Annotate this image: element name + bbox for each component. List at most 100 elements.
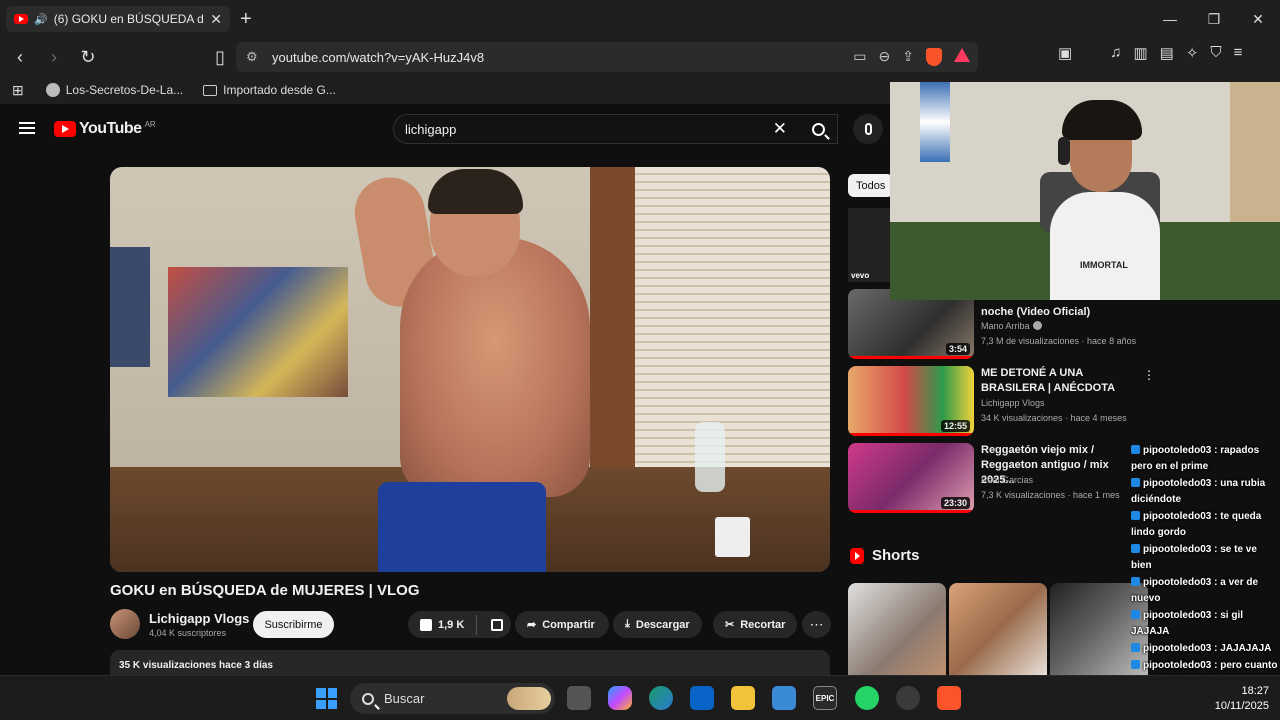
search-button[interactable]	[798, 114, 838, 144]
bookmark-icon[interactable]: ▯	[206, 43, 234, 71]
youtube-play-icon	[54, 121, 76, 137]
download-button[interactable]: ⤓ Descargar	[613, 611, 702, 638]
system-clock[interactable]: 18:27 10/11/2025	[1215, 684, 1269, 714]
channel-name[interactable]: Lichigapp Vlogs	[149, 611, 249, 626]
recommendation-item[interactable]: 12:55 ME DETONÉ A UNA BRASILERA | ANÉCDO…	[848, 366, 1155, 436]
brave-rewards-icon[interactable]	[954, 48, 970, 62]
recommendation-title: ME DETONÉ A UNA BRASILERA | ANÉCDOTA	[981, 367, 1116, 394]
reader-icon[interactable]: ▣	[1058, 44, 1072, 62]
recommendation-thumbnail: 12:55	[848, 366, 974, 436]
recommendation-meta: 7,3 K visualizaciones · hace 1 mes	[981, 490, 1120, 500]
leo-icon[interactable]: ✧	[1186, 44, 1199, 62]
youtube-favicon-icon	[14, 14, 28, 24]
restore-icon[interactable]: ❐	[1192, 0, 1236, 38]
video-stats: 35 K visualizaciones hace 3 días	[119, 660, 273, 671]
close-window-icon[interactable]: ✕	[1236, 0, 1280, 38]
hamburger-menu-icon[interactable]	[19, 122, 35, 134]
close-tab-icon[interactable]: ✕	[210, 11, 222, 28]
like-icon[interactable]	[420, 618, 432, 631]
voice-search-button[interactable]	[853, 114, 883, 144]
whatsapp-icon[interactable]	[855, 686, 879, 710]
scissors-icon: ✂	[725, 619, 735, 631]
reload-icon[interactable]: ↻	[74, 43, 102, 71]
channel-avatar[interactable]	[110, 609, 140, 639]
video-duration: 3:54	[945, 343, 970, 355]
clip-button[interactable]: ✂ Recortar	[713, 611, 797, 638]
store-icon[interactable]	[772, 686, 796, 710]
windows-start-icon[interactable]	[316, 688, 337, 709]
share-arrow-icon: ➦	[527, 619, 537, 631]
share-icon[interactable]: ⇪	[902, 48, 914, 66]
vevo-thumbnail[interactable]: vevo	[848, 208, 890, 282]
vpn-icon[interactable]: ⛉	[1210, 44, 1221, 62]
dislike-icon[interactable]	[491, 618, 504, 631]
video-frame-poster	[110, 247, 150, 367]
filter-chip-all[interactable]: Todos	[848, 174, 894, 197]
back-icon[interactable]: ‹	[6, 43, 34, 71]
speaker-icon[interactable]: 🔊	[34, 13, 48, 26]
more-actions-button[interactable]: ⋯	[802, 611, 831, 638]
bookmark-folder[interactable]: Importado desde G...	[203, 83, 336, 97]
channel-info: Lichigapp Vlogs 4,04 K suscriptores	[110, 609, 249, 639]
divider	[476, 614, 478, 635]
search-input[interactable]: lichigapp ✕	[393, 114, 838, 144]
apps-grid-icon[interactable]: ⊞	[12, 82, 24, 99]
menu-icon[interactable]: ≡	[1234, 44, 1243, 62]
taskbar-search[interactable]: Buscar	[350, 683, 555, 714]
webcam-hair	[1062, 100, 1142, 140]
webcam-person	[1050, 192, 1160, 300]
site-settings-icon[interactable]: ⚙	[246, 49, 258, 65]
globe-icon	[45, 83, 60, 97]
browser-tab[interactable]: 🔊 (6) GOKU en BÚSQUEDA de M ✕	[6, 6, 230, 32]
windows-taskbar: Buscar EPIC 18:27 10/11/2025	[0, 675, 1280, 720]
verified-icon	[1032, 321, 1042, 330]
video-frame-person	[400, 237, 590, 497]
obs-icon[interactable]	[896, 686, 920, 710]
chat-badge-icon	[1131, 511, 1140, 520]
video-duration: 23:30	[940, 497, 970, 509]
subscriber-count: 4,04 K suscriptores	[149, 627, 227, 638]
brave-browser-icon[interactable]	[937, 686, 961, 710]
sidebar-icon[interactable]: ▥	[1133, 44, 1147, 62]
video-frame-blinds	[635, 167, 830, 497]
more-options-icon[interactable]: ⋮	[1143, 368, 1155, 382]
recommendation-channel: Real Garcias	[981, 475, 1034, 485]
address-bar[interactable]: ⚙ youtube.com/watch?v=yAK-HuzJ4v8 ▭ ⊖ ⇪	[236, 42, 978, 72]
short-thumbnail[interactable]	[949, 583, 1047, 675]
video-player[interactable]	[110, 167, 830, 572]
edge-icon[interactable]	[649, 686, 673, 710]
stream-chat: pipootoledo03 : rapados pero en el prime…	[1131, 443, 1280, 691]
file-explorer-icon[interactable]	[731, 686, 755, 710]
music-icon[interactable]: ♫	[1110, 44, 1121, 62]
search-icon	[362, 692, 374, 705]
epic-games-icon[interactable]: EPIC	[813, 686, 837, 710]
forward-icon[interactable]: ›	[40, 43, 68, 71]
like-count[interactable]: 1,9 K	[438, 619, 464, 631]
watch-progress-bar	[848, 356, 974, 359]
outlook-icon[interactable]	[690, 686, 714, 710]
clear-search-icon[interactable]: ✕	[773, 119, 787, 139]
video-title: GOKU en BÚSQUEDA de MUJERES | VLOG	[110, 582, 420, 599]
minimize-icon[interactable]: —	[1148, 0, 1192, 38]
video-frame-hair	[428, 169, 523, 214]
youtube-logo[interactable]: YouTube AR	[54, 120, 156, 138]
new-tab-button[interactable]: +	[240, 8, 252, 31]
subscribe-button[interactable]: Suscribirme	[253, 611, 334, 638]
video-frame-mug	[715, 517, 750, 557]
share-button[interactable]: ➦ Compartir	[515, 611, 609, 638]
bookmark-item[interactable]: Los-Secretos-De-La...	[45, 83, 183, 97]
recommendation-thumbnail: 23:30	[848, 443, 974, 513]
webcam-door	[1230, 82, 1280, 232]
task-view-icon[interactable]	[567, 686, 591, 710]
cast-icon[interactable]: ▭	[853, 48, 866, 66]
short-thumbnail[interactable]	[848, 583, 946, 675]
brave-shield-icon[interactable]	[926, 48, 942, 66]
watch-progress-bar	[848, 433, 974, 436]
video-frame-poster	[168, 267, 348, 397]
recommendation-item[interactable]: 23:30 Reggaetón viejo mix / Reggaeton an…	[848, 443, 1148, 513]
copilot-icon[interactable]	[608, 686, 632, 710]
zoom-icon[interactable]: ⊖	[879, 48, 891, 66]
browser-titlebar: 🔊 (6) GOKU en BÚSQUEDA de M ✕ + — ❐ ✕	[0, 0, 1280, 38]
wallet-icon[interactable]: ▤	[1160, 44, 1174, 62]
recommendation-meta: 7,3 M de visualizaciones · hace 8 años	[981, 336, 1137, 346]
